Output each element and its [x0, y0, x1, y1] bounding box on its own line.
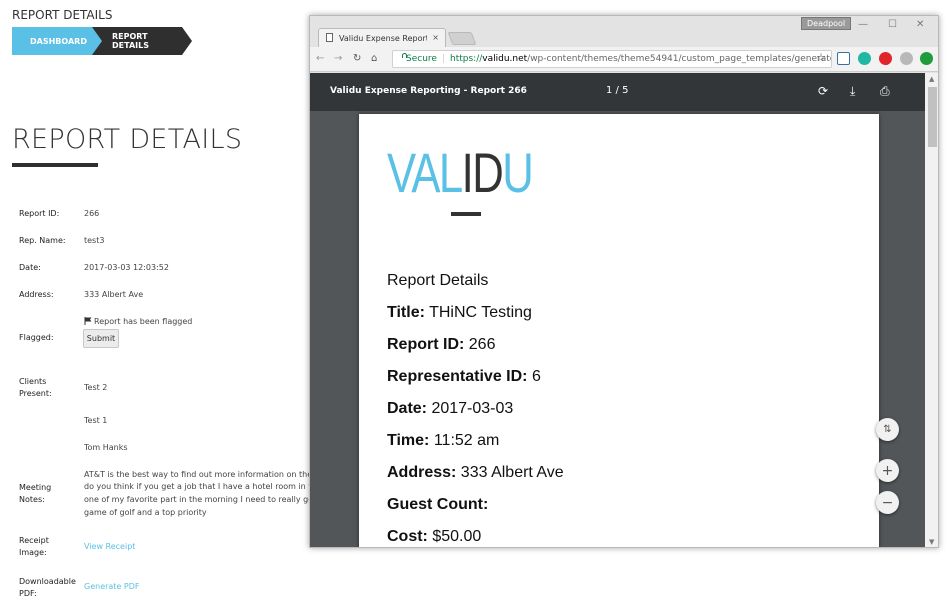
url-scheme: https://	[450, 54, 483, 64]
client-item: Tom Hanks	[84, 443, 128, 452]
maximize-icon[interactable]: ☐	[888, 19, 897, 30]
flag-text: Report has been flagged	[94, 317, 193, 326]
minimize-icon[interactable]: —	[858, 19, 868, 30]
notes-line: one of my favorite part in the morning I…	[84, 495, 314, 504]
breadcrumb-current: REPORT DETAILS	[92, 27, 192, 55]
flag-icon	[84, 317, 92, 325]
url-host: validu.net	[482, 54, 528, 64]
rep-name-value: test3	[84, 236, 105, 245]
notes-line: do you think if you get a job that I hav…	[84, 482, 314, 491]
pdf-viewer[interactable]: VALIDU Report Details Title: THiNC Testi…	[310, 111, 925, 547]
generate-pdf-link[interactable]: Generate PDF	[84, 581, 140, 593]
pdf-report-id-row: Report ID: 266	[387, 336, 496, 353]
pdf-title-row: Title: THiNC Testing	[387, 304, 532, 321]
clients-label-1: Clients	[19, 377, 47, 386]
address-separator: |	[441, 54, 445, 64]
secure-label: Secure	[406, 54, 437, 64]
pdf-rep-id-row: Representative ID: 6	[387, 368, 541, 385]
address-bar[interactable]: Secure | https://validu.net/wp-content/t…	[392, 50, 832, 68]
forward-icon[interactable]: →	[334, 53, 342, 64]
pdf-cost-row: Cost: $50.00	[387, 528, 482, 545]
scrollbar[interactable]: ▲ ▼	[925, 73, 938, 547]
zoom-out-icon[interactable]: −	[876, 491, 899, 514]
report-id-label: Report ID:	[19, 209, 60, 218]
new-tab-button[interactable]	[447, 32, 477, 45]
home-icon[interactable]: ⌂	[371, 53, 377, 64]
fit-page-icon[interactable]: ⇅	[876, 418, 899, 441]
title-underline	[12, 163, 98, 167]
profile-badge[interactable]: Deadpool	[801, 17, 852, 30]
extension-icon-1[interactable]	[837, 52, 850, 65]
reload-icon[interactable]: ↻	[353, 53, 361, 64]
client-item: Test 1	[84, 416, 108, 425]
pdf-page: VALIDU Report Details Title: THiNC Testi…	[359, 114, 879, 547]
breadcrumb-dashboard[interactable]: DASHBOARD	[12, 27, 102, 55]
tab-close-icon[interactable]: ×	[432, 33, 439, 42]
flagged-label: Flagged:	[19, 333, 54, 342]
download-icon[interactable]: ⤓	[850, 84, 855, 99]
tab-title: Validu Expense Reporting	[339, 33, 427, 43]
pdf-heading: Report Details	[387, 272, 489, 289]
notes-label-1: Meeting	[19, 483, 52, 492]
pdf-title: Validu Expense Reporting - Report 266	[330, 86, 527, 96]
extension-icon-4[interactable]	[900, 52, 913, 65]
address-value: 333 Albert Ave	[84, 290, 144, 299]
address-label: Address:	[19, 290, 54, 299]
notes-line: game of golf and a top priority	[84, 508, 207, 517]
breadcrumb: DASHBOARD REPORT DETAILS	[12, 27, 192, 55]
validu-logo: VALIDU	[387, 141, 534, 204]
report-id-value: 266	[84, 209, 100, 218]
scrollbar-thumb[interactable]	[928, 87, 937, 147]
pdf-date-row: Date: 2017-03-03	[387, 400, 514, 417]
client-item: Test 2	[84, 383, 108, 392]
rotate-icon[interactable]: ⟳	[818, 84, 828, 98]
zoom-in-icon[interactable]: +	[876, 459, 899, 482]
extension-icon-5[interactable]	[920, 52, 933, 65]
bookmark-star-icon[interactable]: ☆	[816, 51, 826, 64]
document-icon	[326, 33, 333, 42]
page-indicator[interactable]: 1 / 5	[606, 85, 628, 96]
pdf-guest-row: Guest Count:	[387, 496, 489, 513]
receipt-label-2: Image:	[19, 548, 47, 557]
extension-icon-2[interactable]	[858, 52, 871, 65]
pdf-address-row: Address: 333 Albert Ave	[387, 464, 564, 481]
pdf-time-row: Time: 11:52 am	[387, 432, 500, 449]
scroll-down-icon[interactable]: ▼	[929, 538, 934, 546]
opera-icon[interactable]	[879, 52, 892, 65]
date-value: 2017-03-03 12:03:52	[84, 263, 169, 272]
tab-strip: Validu Expense Reporting × Deadpool — ☐ …	[310, 16, 938, 47]
view-receipt-link[interactable]: View Receipt	[84, 541, 135, 553]
url-path: /wp-content/themes/theme54941/custom_pag…	[527, 54, 832, 64]
pdf-label-2: PDF:	[19, 589, 37, 598]
date-label: Date:	[19, 263, 41, 272]
browser-tab[interactable]: Validu Expense Reporting ×	[318, 28, 446, 47]
pdf-toolbar: Validu Expense Reporting - Report 266 1 …	[310, 73, 925, 111]
submit-button[interactable]: Submit	[83, 329, 119, 348]
back-icon[interactable]: ←	[316, 53, 324, 64]
page-title: REPORT DETAILS	[12, 124, 243, 155]
header-title: REPORT DETAILS	[12, 8, 113, 22]
pdf-label-1: Downloadable	[19, 577, 76, 586]
notes-label-2: Notes:	[19, 495, 45, 504]
print-icon[interactable]: ⎙	[880, 84, 890, 99]
logo-underline	[451, 212, 481, 216]
browser-toolbar: ← → ↻ ⌂ Secure | https://validu.net/wp-c…	[310, 47, 938, 72]
rep-name-label: Rep. Name:	[19, 236, 66, 245]
browser-window: Validu Expense Reporting × Deadpool — ☐ …	[309, 15, 939, 548]
clients-label-2: Present:	[19, 389, 52, 398]
scroll-up-icon[interactable]: ▲	[929, 75, 934, 83]
receipt-label-1: Receipt	[19, 536, 49, 545]
flag-status: Report has been flagged	[84, 316, 192, 328]
close-window-icon[interactable]: ✕	[916, 19, 924, 30]
notes-line: AT&T is the best way to find out more in…	[84, 470, 314, 479]
